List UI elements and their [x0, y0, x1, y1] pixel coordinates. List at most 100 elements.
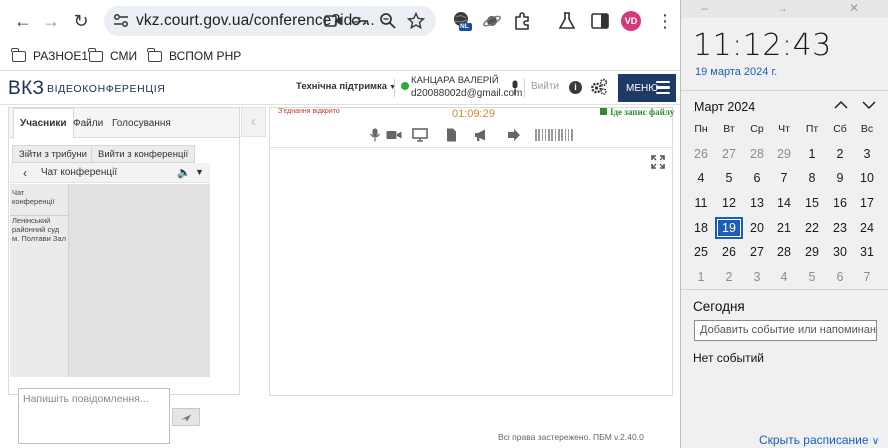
side-panel-icon[interactable] [589, 10, 611, 32]
calendar-day[interactable]: 15 [798, 196, 826, 210]
forward-arrow-icon[interactable]: → [776, 1, 788, 15]
browser-menu-icon[interactable]: ⋮ [656, 10, 674, 32]
calendar-day[interactable]: 31 [853, 245, 881, 259]
calendar-day[interactable]: 30 [826, 245, 854, 259]
calendar-day[interactable]: 25 [687, 245, 715, 259]
calendar-day[interactable]: 23 [826, 221, 854, 235]
info-icon[interactable]: i [569, 81, 582, 94]
tab-participants[interactable]: Учасники [13, 108, 74, 139]
calendar-day[interactable]: 26 [715, 245, 743, 259]
camera-icon[interactable] [324, 12, 342, 30]
hide-schedule-link[interactable]: Скрыть расписание ∨ [759, 433, 879, 447]
calendar-day[interactable]: 4 [770, 270, 798, 284]
calendar-day[interactable]: 10 [853, 171, 881, 185]
tab-voting[interactable]: Голосування [106, 108, 177, 138]
zoom-icon[interactable] [379, 12, 397, 30]
calendar-day[interactable]: 18 [687, 221, 715, 235]
back-arrow-icon[interactable]: ← [12, 10, 34, 32]
microphone-toggle-icon[interactable] [367, 128, 383, 142]
calendar-day[interactable]: 24 [853, 221, 881, 235]
profile-avatar[interactable]: VD [621, 11, 641, 31]
site-settings-icon[interactable] [112, 12, 130, 30]
speaker-icon[interactable]: 🔈 [177, 166, 191, 179]
reload-icon[interactable]: ↻ [70, 10, 92, 32]
add-event-input[interactable]: Добавить событие или напоминание [694, 320, 877, 341]
calendar-day[interactable]: 1 [798, 147, 826, 161]
calendar-day[interactable]: 26 [687, 147, 715, 161]
chat-list-item[interactable]: Ленінський районний суд м. Полтави Зал [12, 216, 68, 243]
chevron-down-icon[interactable]: ▼ [195, 167, 204, 177]
bookmark-folder-3[interactable]: ВСПОМ РНР [147, 46, 241, 66]
calendar-day[interactable]: 5 [715, 171, 743, 185]
calendar-day-today[interactable]: 19 [715, 216, 743, 239]
microphone-icon[interactable] [510, 80, 520, 96]
calendar-day[interactable]: 8 [798, 171, 826, 185]
fullscreen-icon[interactable] [651, 155, 665, 169]
document-icon[interactable] [443, 128, 459, 142]
next-month-chevron-down-icon[interactable] [861, 98, 877, 112]
calendar-day[interactable]: 6 [826, 270, 854, 284]
leave-tribune-button[interactable]: Зійти з трибуни [12, 145, 94, 163]
calendar-day[interactable]: 27 [743, 245, 771, 259]
calendar-week-row: 18 19 20 21 22 23 24 [687, 216, 883, 244]
settings-gears-icon[interactable] [590, 78, 608, 96]
calendar-day[interactable]: 27 [715, 147, 743, 161]
labs-flask-icon[interactable] [556, 10, 578, 32]
calendar-day[interactable]: 5 [798, 270, 826, 284]
calendar-day[interactable]: 20 [743, 221, 771, 235]
bookmark-star-icon[interactable] [407, 12, 425, 30]
close-icon[interactable]: ✕ [849, 1, 859, 15]
extensions-puzzle-icon[interactable] [511, 10, 533, 32]
calendar-day[interactable]: 9 [826, 171, 854, 185]
calendar-day[interactable]: 22 [798, 221, 826, 235]
screen: ← → ↻ vkz.court.gov.ua/conference?id=... [0, 0, 888, 448]
minimize-icon[interactable]: – [701, 1, 708, 15]
previous-month-chevron-up-icon[interactable] [833, 98, 849, 112]
exit-conference-icon[interactable] [506, 128, 522, 142]
calendar-day[interactable]: 29 [798, 245, 826, 259]
clock-date[interactable]: 19 марта 2024 г. [695, 66, 777, 78]
calendar-day[interactable]: 7 [853, 270, 881, 284]
collapse-panel-button[interactable]: ‹ [241, 107, 266, 137]
calendar-day[interactable]: 28 [770, 245, 798, 259]
calendar-day[interactable]: 6 [743, 171, 771, 185]
planet-extension-icon[interactable] [481, 10, 503, 32]
calendar-day[interactable]: 3 [853, 147, 881, 161]
calendar-day[interactable]: 14 [770, 196, 798, 210]
tab-files[interactable]: Файли [67, 108, 109, 138]
calendar-day[interactable]: 28 [743, 147, 771, 161]
send-button[interactable] [172, 408, 200, 426]
calendar-month-title[interactable]: Март 2024 [694, 100, 755, 114]
calendar-day[interactable]: 17 [853, 196, 881, 210]
calendar-day[interactable]: 2 [826, 147, 854, 161]
app-logo[interactable]: ВКЗ [8, 78, 45, 100]
calendar-day[interactable]: 7 [770, 171, 798, 185]
logout-link[interactable]: Вийти [531, 81, 559, 92]
calendar-day[interactable]: 21 [770, 221, 798, 235]
extension-badge: NL [460, 23, 469, 30]
leave-conference-button[interactable]: Вийти з конференції [91, 145, 196, 163]
globe-extension-icon[interactable]: NL [451, 10, 473, 32]
calendar-day[interactable]: 29 [770, 147, 798, 161]
menu-button[interactable]: МЕНЮ [618, 74, 676, 102]
chevron-left-icon[interactable]: ‹ [23, 166, 27, 180]
password-key-icon[interactable] [351, 12, 369, 30]
forward-arrow-icon[interactable]: → [40, 10, 62, 32]
megaphone-icon[interactable] [473, 128, 489, 142]
screen-share-icon[interactable] [412, 128, 428, 142]
calendar-day[interactable]: 16 [826, 196, 854, 210]
chat-list-item[interactable]: Чат конференції [12, 188, 68, 206]
calendar-day[interactable]: 3 [743, 270, 771, 284]
calendar-day[interactable]: 1 [687, 270, 715, 284]
calendar-day[interactable]: 11 [687, 196, 715, 210]
address-bar[interactable]: vkz.court.gov.ua/conference?id=... [104, 6, 436, 36]
message-input[interactable]: Напишіть повідомлення... [18, 388, 170, 444]
calendar-day[interactable]: 4 [687, 171, 715, 185]
support-dropdown[interactable]: Технічна підтримка ▼ [296, 81, 396, 92]
calendar-day[interactable]: 13 [743, 196, 771, 210]
calendar-day[interactable]: 12 [715, 196, 743, 210]
bookmark-folder-1[interactable]: РАЗНОЕ1 [11, 46, 88, 66]
bookmark-folder-2[interactable]: СМИ [88, 46, 137, 66]
calendar-day[interactable]: 2 [715, 270, 743, 284]
video-camera-icon[interactable] [386, 128, 402, 142]
